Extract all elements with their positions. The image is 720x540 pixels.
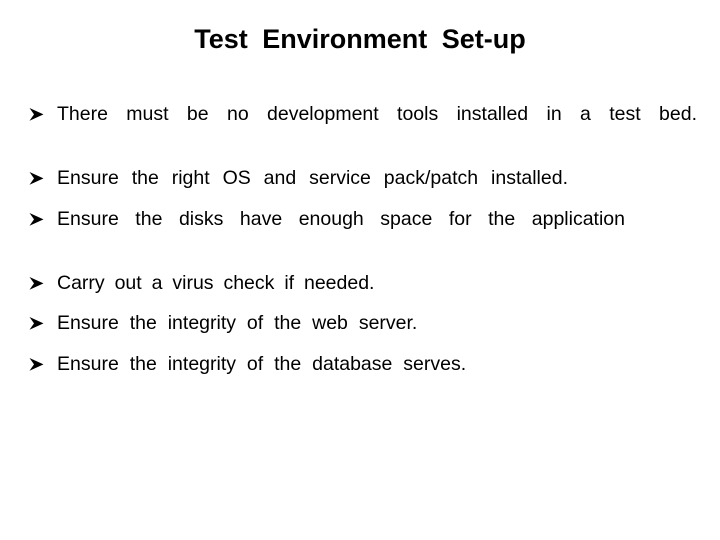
list-item: Ensure the integrity of the web server. xyxy=(28,312,720,335)
arrowhead-right-icon xyxy=(28,353,50,372)
arrowhead-right-icon xyxy=(28,312,50,331)
list-item: Ensure the integrity of the database ser… xyxy=(28,353,720,376)
list-item-label: Carry out a virus check if needed. xyxy=(57,271,375,294)
list-item-label: Ensure the integrity of the database ser… xyxy=(57,352,467,375)
arrowhead-right-icon xyxy=(28,167,50,186)
list-item: There must be no development tools insta… xyxy=(28,103,697,148)
list-item: Ensure the right OS and service pack/pat… xyxy=(28,167,720,190)
arrowhead-right-icon xyxy=(28,208,50,227)
list-item-label: Ensure the disks have enough space for t… xyxy=(57,207,625,230)
list-item: Carry out a virus check if needed. xyxy=(28,272,720,295)
list-item-label: There must be no development tools insta… xyxy=(57,103,697,125)
arrowhead-right-icon xyxy=(28,103,50,122)
arrowhead-right-icon xyxy=(28,272,50,291)
list-item-label: Ensure the integrity of the web server. xyxy=(57,312,418,334)
presentation-slide: Test Environment Set-up There must be no… xyxy=(0,0,720,540)
bullet-list: There must be no development tools insta… xyxy=(28,103,697,375)
page-title: Test Environment Set-up xyxy=(194,24,526,54)
list-item: Ensure the disks have enough space for t… xyxy=(28,208,625,253)
list-item-label: Ensure the right OS and service pack/pat… xyxy=(57,167,568,189)
